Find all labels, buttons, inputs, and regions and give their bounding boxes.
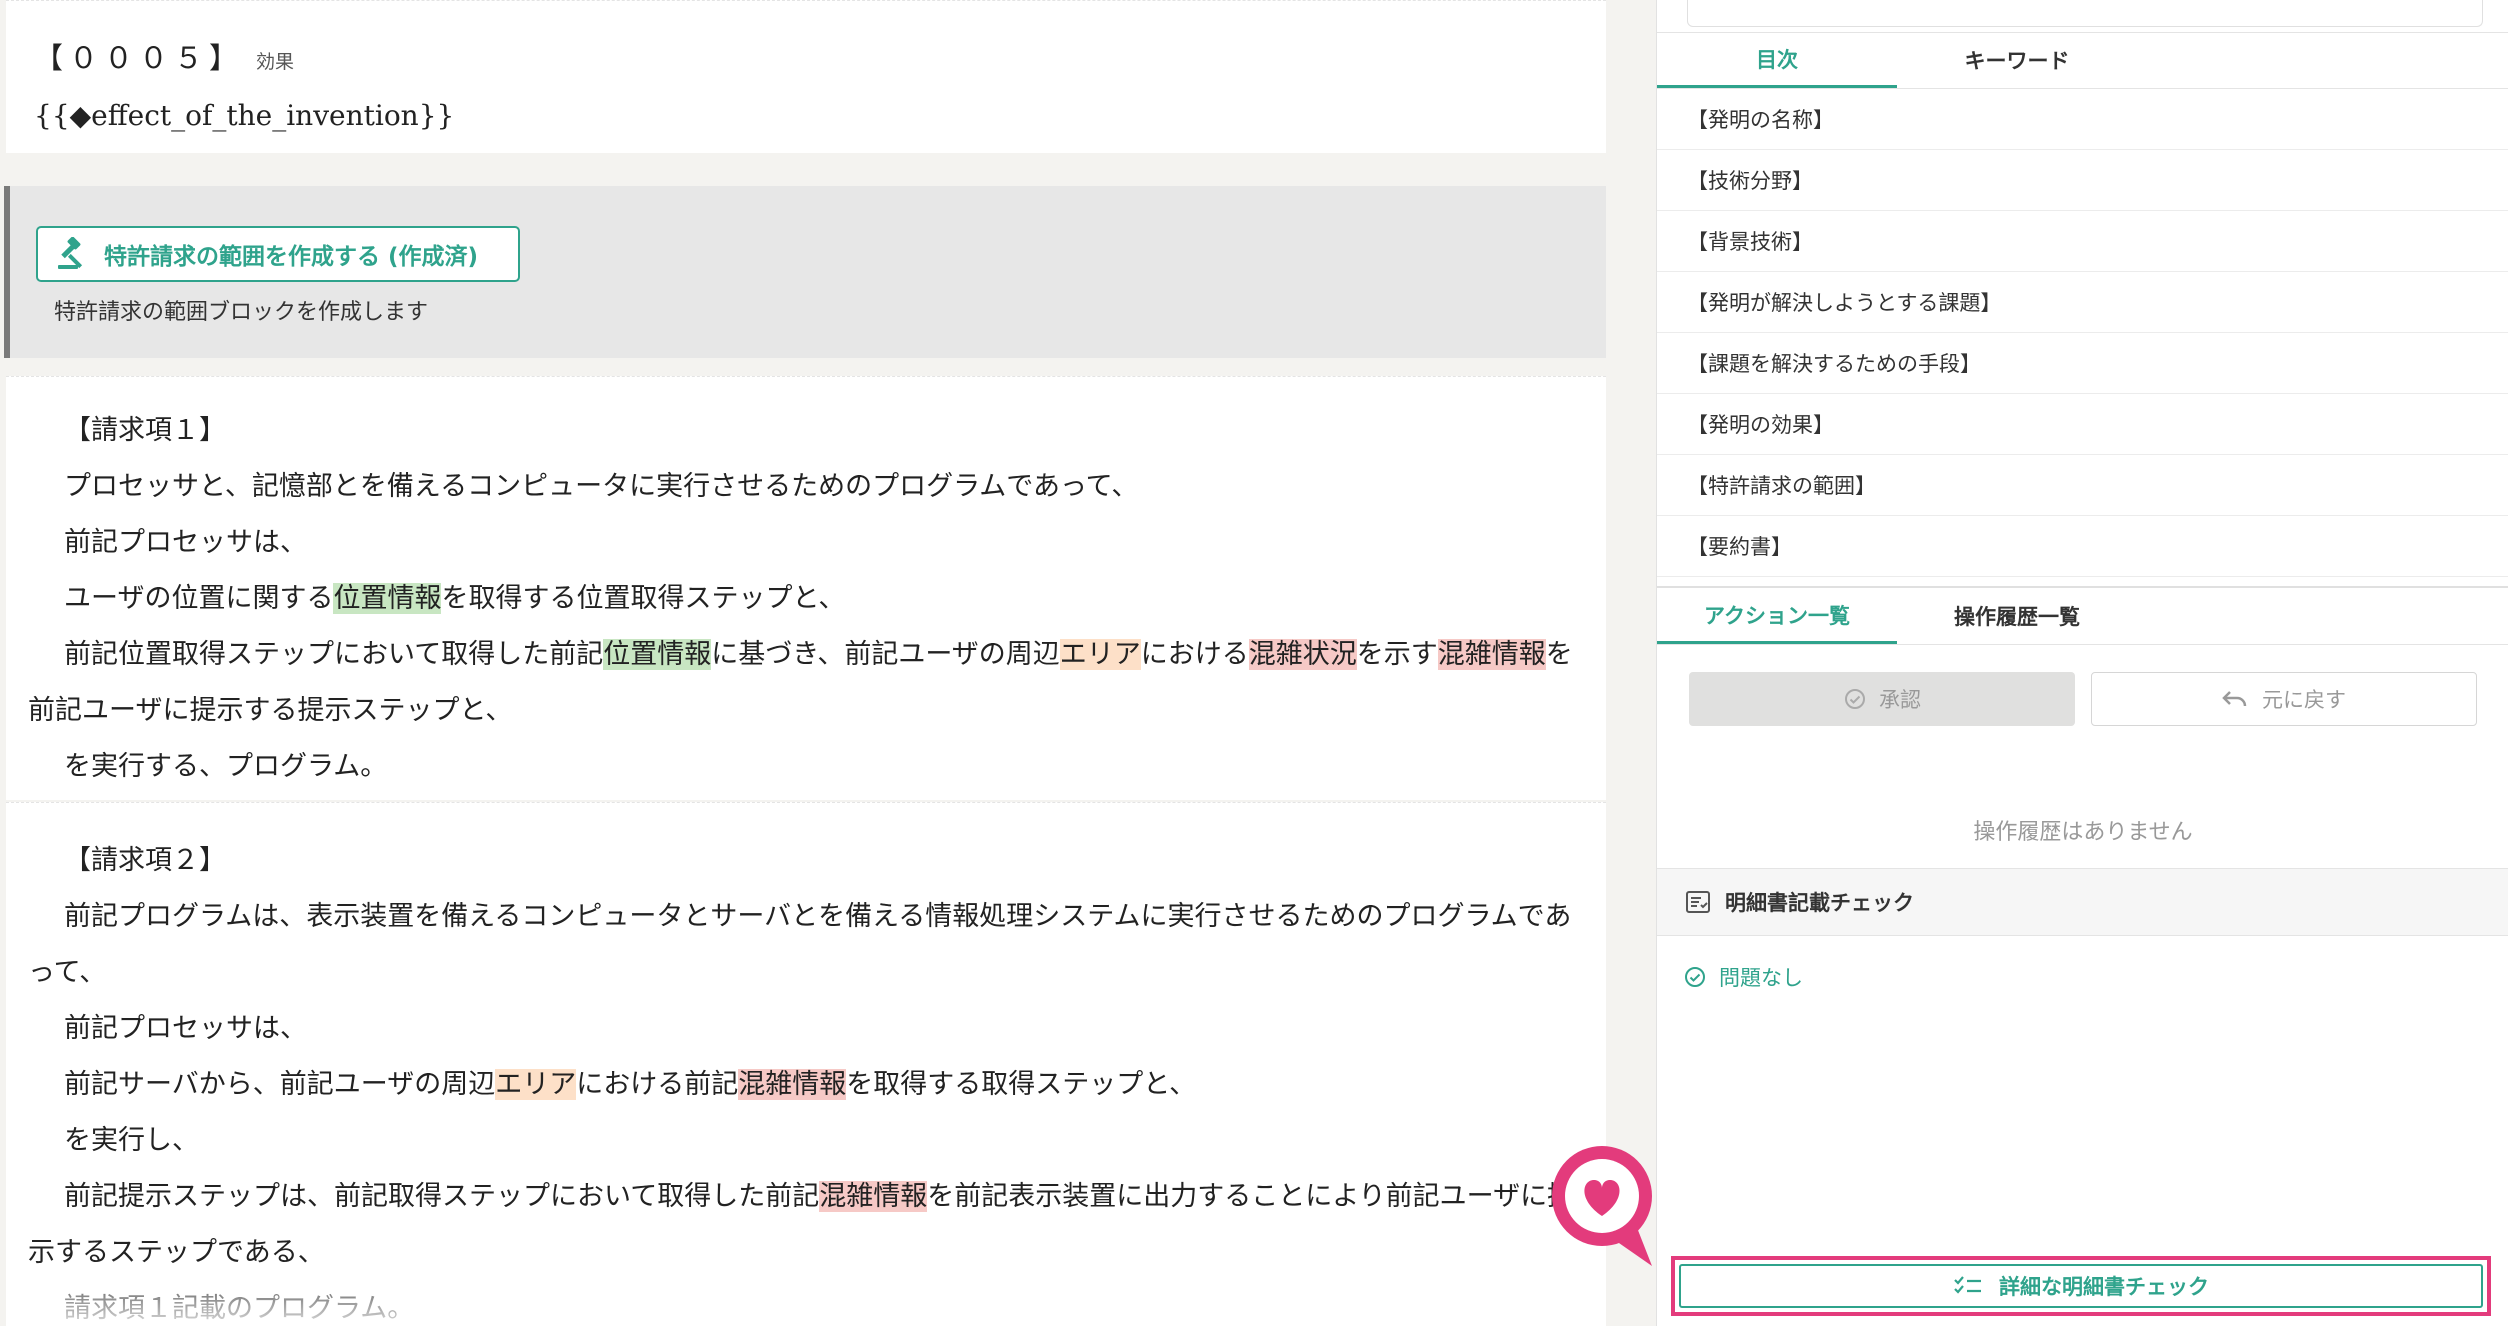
- keyword-highlight: 混雑情報: [1437, 639, 1546, 670]
- claim-1-line: を実行する、プログラム。: [64, 751, 388, 782]
- claim-2-line: 前記提示ステップは、前記取得ステップにおいて取得した前記混雑情報を前記表示装置に…: [28, 1169, 1582, 1281]
- text-span: 前記位置取得ステップにおいて取得した前記: [64, 639, 604, 670]
- text-span: ユーザの位置に関する: [64, 583, 334, 614]
- create-claims-label: 特許請求の範囲を作成する (作成済): [104, 244, 479, 270]
- effect-placeholder-text[interactable]: {{◆effect_of_the_invention}}: [34, 99, 454, 132]
- toc-item[interactable]: 【技術分野】: [1657, 150, 2508, 211]
- text-span: 前記プログラムは、表示装置を備えるコンピュータとサーバとを備える情報処理システム…: [28, 901, 1572, 988]
- text-span: における前記: [576, 1069, 739, 1100]
- undo-label: 元に戻す: [2262, 688, 2346, 712]
- effect-number: 【０００５】: [34, 41, 245, 75]
- tab-history[interactable]: 操作履歴一覧: [1897, 588, 2137, 644]
- toc-item[interactable]: 【特許請求の範囲】: [1657, 455, 2508, 516]
- claim-2-line: 前記サーバから、前記ユーザの周辺エリアにおける前記混雑情報を取得する取得ステップ…: [28, 1057, 1582, 1113]
- undo-button[interactable]: 元に戻す: [2091, 672, 2477, 726]
- checklist-icon: [1953, 1274, 1983, 1298]
- tab-keywords[interactable]: キーワード: [1897, 32, 2137, 88]
- spec-check-header: 明細書記載チェック: [1657, 868, 2508, 936]
- keyword-highlight: 混雑状況: [1248, 639, 1357, 670]
- approve-label: 承認: [1879, 688, 1921, 712]
- toc-item[interactable]: 【発明の名称】: [1657, 89, 2508, 150]
- check-result-label: 問題なし: [1719, 966, 1803, 990]
- text-span: 前記提示ステップは、前記取得ステップにおいて取得した前記: [64, 1181, 820, 1212]
- text-span: 前記サーバから、前記ユーザの周辺: [64, 1069, 496, 1100]
- document-editor: 【０００５】 効果 {{◆effect_of_the_invention}} 特許…: [0, 0, 1606, 1326]
- keyword-highlight: 位置情報: [603, 639, 712, 670]
- empty-history-message: 操作履歴はありません: [1973, 820, 2193, 845]
- tab-actions[interactable]: アクション一覧: [1657, 588, 1897, 644]
- checklist-icon: [1685, 890, 1711, 914]
- undo-icon: [2222, 689, 2248, 709]
- keyword-highlight: エリア: [1059, 639, 1141, 670]
- detailed-spec-check-button[interactable]: 詳細な明細書チェック: [1679, 1264, 2483, 1308]
- text-span: を示す: [1356, 639, 1438, 670]
- toc-item[interactable]: 【発明が解決しようとする課題】: [1657, 272, 2508, 333]
- heart-callout-badge: [1548, 1142, 1676, 1270]
- keyword-highlight: エリア: [495, 1069, 577, 1100]
- toc-item[interactable]: 【課題を解決するための手段】: [1657, 333, 2508, 394]
- claim-1-heading: 【請求項１】: [64, 415, 226, 446]
- heart-icon: [1552, 1146, 1652, 1266]
- effect-section[interactable]: 【０００５】 効果 {{◆effect_of_the_invention}}: [6, 0, 1606, 153]
- side-panel: 目次 キーワード 【発明の名称】 【技術分野】 【背景技術】 【発明が解決しよう…: [1656, 0, 2508, 1326]
- text-span: を取得する取得ステップと、: [846, 1069, 1197, 1100]
- tab-toc[interactable]: 目次: [1657, 32, 1897, 88]
- claim-2-line: 前記プログラムは、表示装置を備えるコンピュータとサーバとを備える情報処理システム…: [28, 889, 1582, 1001]
- gavel-icon: [50, 234, 94, 274]
- keyword-highlight: 位置情報: [333, 583, 442, 614]
- panel-top-box: [1687, 0, 2483, 27]
- claim-1-line: 前記位置取得ステップにおいて取得した前記位置情報に基づき、前記ユーザの周辺エリア…: [28, 627, 1582, 739]
- keyword-highlight: 混雑情報: [738, 1069, 847, 1100]
- claim-2-line: 請求項１記載のプログラム。: [64, 1293, 415, 1324]
- claims-action-block: 特許請求の範囲を作成する (作成済) 特許請求の範囲ブロックを作成します: [4, 186, 1606, 358]
- text-span: に基づき、前記ユーザの周辺: [711, 639, 1060, 670]
- toc-tabs: 目次 キーワード: [1657, 32, 2508, 89]
- check-result: 問題なし: [1683, 962, 1803, 992]
- claim-2-heading: 【請求項２】: [64, 845, 226, 876]
- action-tabs: アクション一覧 操作履歴一覧: [1657, 586, 2508, 645]
- claim-1-block[interactable]: 【請求項１】 プロセッサと、記憶部とを備えるコンピュータに実行させるためのプログ…: [6, 376, 1606, 800]
- toc-item[interactable]: 【要約書】: [1657, 516, 2508, 577]
- detailed-spec-check-label: 詳細な明細書チェック: [1999, 1275, 2209, 1299]
- claims-action-description: 特許請求の範囲ブロックを作成します: [54, 300, 429, 325]
- claim-2-line: を実行し、: [64, 1125, 199, 1156]
- claim-1-line: 前記プロセッサは、: [64, 527, 307, 558]
- text-span: における: [1140, 639, 1249, 670]
- create-claims-button[interactable]: 特許請求の範囲を作成する (作成済): [36, 226, 520, 282]
- claim-2-line: 前記プロセッサは、: [64, 1013, 307, 1044]
- check-circle-icon: [1843, 687, 1867, 711]
- check-circle-icon: [1683, 965, 1707, 989]
- spec-check-title: 明細書記載チェック: [1725, 891, 1914, 915]
- toc-item[interactable]: 【背景技術】: [1657, 211, 2508, 272]
- claim-1-line: プロセッサと、記憶部とを備えるコンピュータに実行させるためのプログラムであって、: [64, 471, 1139, 502]
- claim-2-block[interactable]: 【請求項２】 前記プログラムは、表示装置を備えるコンピュータとサーバとを備える情…: [6, 802, 1606, 1326]
- text-span: を取得する位置取得ステップと、: [441, 583, 846, 614]
- effect-heading: 【０００５】 効果: [34, 35, 294, 77]
- approve-button[interactable]: 承認: [1689, 672, 2075, 726]
- panel-gutter: [1606, 0, 1656, 1326]
- effect-subtitle: 効果: [256, 51, 295, 73]
- detail-check-callout: 詳細な明細書チェック: [1671, 1256, 2491, 1316]
- claim-1-line: ユーザの位置に関する位置情報を取得する位置取得ステップと、: [28, 571, 1582, 627]
- toc-item[interactable]: 【発明の効果】: [1657, 394, 2508, 455]
- keyword-highlight: 混雑情報: [819, 1181, 928, 1212]
- panel-top-strip: [1657, 0, 2508, 33]
